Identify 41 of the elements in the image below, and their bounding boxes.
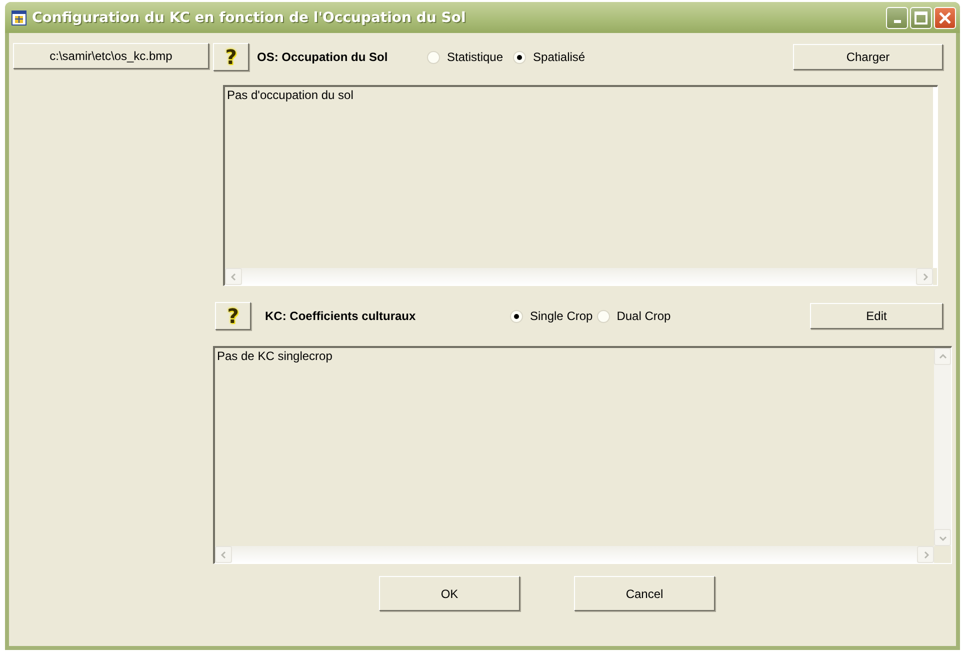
- scroll-right-button[interactable]: [916, 268, 933, 285]
- chevron-right-icon: [922, 550, 930, 558]
- minimize-button[interactable]: [886, 6, 908, 28]
- maximize-icon: [914, 10, 928, 24]
- chevron-right-icon: [920, 272, 928, 280]
- ok-button[interactable]: OK: [379, 576, 520, 611]
- vertical-scrollbar[interactable]: [934, 348, 951, 546]
- section-label: OS: Occupation du Sol: [257, 50, 389, 64]
- text-area[interactable]: Pas de KC singlecrop: [213, 346, 952, 564]
- horizontal-scrollbar[interactable]: [215, 546, 934, 563]
- window-title: Configuration du KC en fonction de l'Occupation du Sol: [32, 10, 467, 26]
- scroll-left-button[interactable]: [215, 546, 232, 563]
- close-button[interactable]: [934, 6, 956, 28]
- scroll-down-button[interactable]: [934, 529, 951, 546]
- app-icon: [11, 10, 27, 26]
- vertical-scrollbar[interactable]: [933, 87, 937, 268]
- minimize-icon: [894, 20, 900, 22]
- scroll-left-button[interactable]: [225, 268, 242, 285]
- action-button[interactable]: Edit: [810, 303, 943, 329]
- close-icon: [938, 10, 952, 24]
- radio-option[interactable]: Single Crop: [510, 309, 593, 323]
- radio-option[interactable]: Statistique: [427, 50, 504, 64]
- text-content: Pas de KC singlecrop: [217, 349, 332, 363]
- help-button[interactable]: ?: [215, 302, 251, 330]
- section-label: KC: Coefficients culturaux: [265, 309, 417, 323]
- radio-option[interactable]: Spatialisé: [513, 50, 586, 64]
- chevron-left-icon: [220, 550, 228, 558]
- help-button[interactable]: ?: [213, 43, 249, 71]
- chevron-up-icon: [938, 352, 946, 360]
- radio-option[interactable]: Dual Crop: [596, 309, 671, 323]
- chevron-left-icon: [230, 272, 238, 280]
- file-path-button[interactable]: c:\samir\etc\os_kc.bmp: [13, 43, 209, 69]
- text-area[interactable]: Pas d'occupation du sol: [223, 85, 938, 286]
- action-button[interactable]: Charger: [793, 44, 943, 70]
- cancel-button[interactable]: Cancel: [574, 576, 715, 611]
- scroll-up-button[interactable]: [934, 348, 951, 365]
- maximize-button[interactable]: [910, 6, 932, 28]
- text-content: Pas d'occupation du sol: [227, 88, 354, 102]
- chevron-down-icon: [938, 534, 946, 542]
- horizontal-scrollbar[interactable]: [225, 268, 933, 285]
- scroll-right-button[interactable]: [917, 546, 934, 563]
